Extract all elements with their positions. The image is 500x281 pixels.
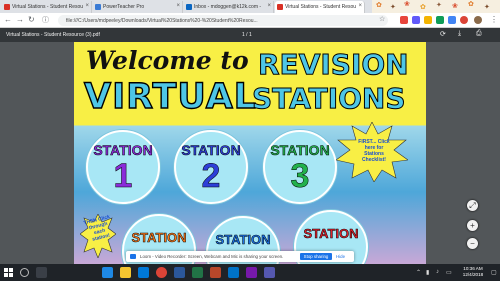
station-label: STATION bbox=[93, 142, 153, 159]
rotate-icon[interactable]: ⟳ bbox=[440, 30, 446, 38]
reload-icon[interactable]: ↻ bbox=[28, 15, 35, 24]
tab-title: PowerTeacher Pro bbox=[103, 4, 145, 10]
pdf-favicon-icon bbox=[4, 4, 10, 10]
station-2-button[interactable]: STATION 2 bbox=[174, 130, 248, 204]
address-bar[interactable]: file:///C:/Users/mdpeeley/Downloads/Virt… bbox=[58, 15, 388, 26]
station-number: 1 bbox=[113, 157, 133, 195]
extension-icon[interactable] bbox=[412, 16, 420, 24]
edge-browser-icon[interactable] bbox=[102, 267, 113, 278]
hide-button[interactable]: Hide bbox=[336, 254, 345, 259]
tab-title: Virtual Stations - Student Resou bbox=[285, 4, 357, 10]
powerpoint-icon[interactable] bbox=[210, 267, 221, 278]
teams-icon[interactable] bbox=[264, 267, 275, 278]
forward-icon[interactable]: → bbox=[16, 15, 24, 24]
heading-revision: REVISION bbox=[258, 48, 410, 82]
loom-extension-icon[interactable] bbox=[460, 16, 468, 24]
file-explorer-icon[interactable] bbox=[120, 267, 131, 278]
stop-sharing-button[interactable]: Stop sharing bbox=[300, 253, 332, 260]
browser-toolbar: ← → ↻ ⓘ file:///C:/Users/mdpeeley/Downlo… bbox=[0, 13, 500, 28]
sharing-message: Loom - Video Recorder: Screen, Webcam an… bbox=[140, 254, 284, 259]
extension-icon[interactable] bbox=[400, 16, 408, 24]
screen: Virtual Stations - Student Resou × Power… bbox=[0, 0, 500, 281]
profile-avatar[interactable] bbox=[474, 16, 482, 24]
browser-theme-decoration: ✿ ✦ ❀ ✿ ✦ ❀ ✿ ✦ bbox=[372, 0, 500, 13]
browser-tab-strip: Virtual Stations - Student Resou × Power… bbox=[0, 0, 500, 13]
info-icon[interactable]: ⓘ bbox=[42, 15, 49, 25]
battery-icon[interactable]: ▭ bbox=[446, 269, 452, 276]
close-icon[interactable]: × bbox=[358, 3, 362, 9]
zoom-in-button[interactable]: + bbox=[467, 220, 478, 231]
pdf-viewer-toolbar: Virtual Stations - Student Resource (3).… bbox=[0, 28, 500, 42]
screen-sharing-notification: Loom - Video Recorder: Screen, Webcam an… bbox=[126, 251, 354, 262]
outlook-icon[interactable] bbox=[228, 267, 239, 278]
notifications-icon[interactable]: ▢ bbox=[491, 269, 497, 276]
search-icon[interactable] bbox=[20, 268, 29, 277]
tab-inbox[interactable]: Inbox - mdoggen@k12k.com - × bbox=[184, 1, 274, 13]
fit-to-page-icon[interactable]: ⤢ bbox=[467, 200, 478, 211]
station-label: STATION bbox=[215, 232, 271, 248]
extension-icon[interactable] bbox=[448, 16, 456, 24]
station-label: STATION bbox=[131, 230, 187, 246]
heading-virtual: VIRTUAL bbox=[83, 76, 258, 117]
word-icon[interactable] bbox=[174, 267, 185, 278]
station-number: 2 bbox=[201, 157, 221, 195]
address-text: file:///C:/Users/mdpeeley/Downloads/Virt… bbox=[66, 18, 258, 24]
onenote-icon[interactable] bbox=[246, 267, 257, 278]
store-icon[interactable] bbox=[138, 267, 149, 278]
powerteacher-favicon-icon bbox=[95, 4, 101, 10]
download-icon[interactable]: ⤓ bbox=[458, 30, 461, 38]
task-view-icon[interactable] bbox=[36, 267, 47, 278]
print-icon[interactable]: ⎙ bbox=[476, 30, 482, 38]
tab-title: Virtual Stations - Student Resou bbox=[12, 4, 84, 10]
clock-date: 12/4/2018 bbox=[462, 272, 484, 277]
station-label: STATION bbox=[303, 226, 359, 242]
heading-welcome: Welcome to bbox=[86, 46, 249, 75]
pdf-page: Welcome to VIRTUAL REVISION STATIONS STA… bbox=[74, 42, 426, 267]
windows-start-icon[interactable] bbox=[4, 268, 13, 277]
tab-title: Inbox - mdoggen@k12k.com - bbox=[194, 4, 262, 10]
extension-icon[interactable] bbox=[424, 16, 432, 24]
station-1-button[interactable]: STATION 1 bbox=[86, 130, 160, 204]
mail-favicon-icon bbox=[186, 4, 192, 10]
station-label: STATION bbox=[181, 142, 241, 159]
tray-chevron-icon[interactable]: ⌃ bbox=[416, 269, 421, 276]
system-clock[interactable]: 10:36 AM 12/4/2018 bbox=[458, 266, 488, 278]
heading-stations: STATIONS bbox=[252, 82, 407, 116]
extension-icon[interactable] bbox=[436, 16, 444, 24]
volume-icon[interactable]: ♪ bbox=[436, 269, 439, 275]
page-indicator: 1 / 1 bbox=[242, 32, 252, 38]
station-label: STATION bbox=[270, 142, 330, 159]
zoom-out-button[interactable]: − bbox=[467, 238, 478, 249]
windows-taskbar: ⌃ ▮ ♪ ▭ 10:36 AM 12/4/2018 ▢ bbox=[0, 264, 500, 281]
close-icon[interactable]: × bbox=[85, 3, 89, 9]
station-number: 3 bbox=[290, 157, 310, 195]
close-icon[interactable]: × bbox=[176, 3, 180, 9]
pdf-filename: Virtual Stations - Student Resource (3).… bbox=[6, 32, 100, 38]
excel-icon[interactable] bbox=[192, 267, 203, 278]
checklist-link[interactable]: FIRST... Click here for Stations Checkli… bbox=[357, 139, 391, 163]
menu-icon[interactable]: ⋮ bbox=[490, 15, 498, 24]
screen-share-icon bbox=[130, 254, 136, 259]
pdf-favicon-icon bbox=[277, 4, 283, 10]
network-icon[interactable]: ▮ bbox=[426, 269, 429, 276]
bookmark-star-icon[interactable]: ☆ bbox=[379, 15, 385, 23]
station-3-button[interactable]: STATION 3 bbox=[263, 130, 337, 204]
close-icon[interactable]: × bbox=[267, 3, 271, 9]
back-icon[interactable]: ← bbox=[4, 15, 12, 24]
chrome-icon[interactable] bbox=[156, 267, 167, 278]
tab-powerteacher[interactable]: PowerTeacher Pro × bbox=[93, 1, 183, 13]
tab-virtual-stations-1[interactable]: Virtual Stations - Student Resou × bbox=[2, 1, 92, 13]
tab-virtual-stations-active[interactable]: Virtual Stations - Student Resou × bbox=[275, 1, 365, 13]
